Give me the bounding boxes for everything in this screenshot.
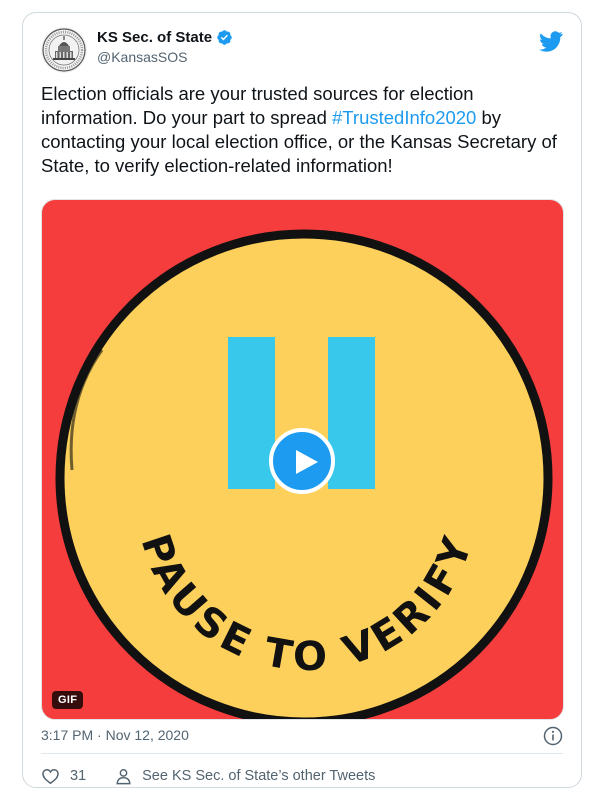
other-tweets-link[interactable]: See KS Sec. of State’s other Tweets <box>114 767 375 786</box>
tweet-header: KS Sec. of State @KansasSOS <box>41 27 563 73</box>
tweet-actions: 31 See KS Sec. of State’s other Tweets <box>41 765 563 787</box>
timestamp-link[interactable]: 3:17 PM · Nov 12, 2020 <box>41 727 189 743</box>
display-name: KS Sec. of State <box>97 29 213 46</box>
like-count: 31 <box>70 768 87 784</box>
state-seal-avatar-image <box>41 27 87 73</box>
verified-badge-icon <box>216 29 233 46</box>
avatar[interactable] <box>41 27 87 73</box>
tweet-card: KS Sec. of State @KansasSOS Election off… <box>22 12 582 788</box>
person-icon <box>114 767 133 786</box>
play-button[interactable] <box>269 428 335 494</box>
account-names: KS Sec. of State @KansasSOS <box>97 29 233 65</box>
gif-badge: GIF <box>52 691 84 709</box>
tweet-text: Election officials are your trusted sour… <box>41 82 561 178</box>
hashtag-link[interactable]: #TrustedInfo2020 <box>332 107 476 128</box>
twitter-bird-icon[interactable] <box>539 29 563 53</box>
play-icon <box>296 450 318 474</box>
account-handle[interactable]: @KansasSOS <box>97 49 233 65</box>
gif-media[interactable]: PAUSE TO VERIFY GIF <box>41 199 564 720</box>
like-button[interactable]: 31 <box>41 767 86 786</box>
divider <box>41 753 563 754</box>
info-icon[interactable] <box>543 726 563 746</box>
tweet-meta: 3:17 PM · Nov 12, 2020 <box>41 726 563 747</box>
display-name-link[interactable]: KS Sec. of State <box>97 29 233 46</box>
other-tweets-label: See KS Sec. of State’s other Tweets <box>142 768 376 784</box>
heart-icon <box>41 767 60 786</box>
